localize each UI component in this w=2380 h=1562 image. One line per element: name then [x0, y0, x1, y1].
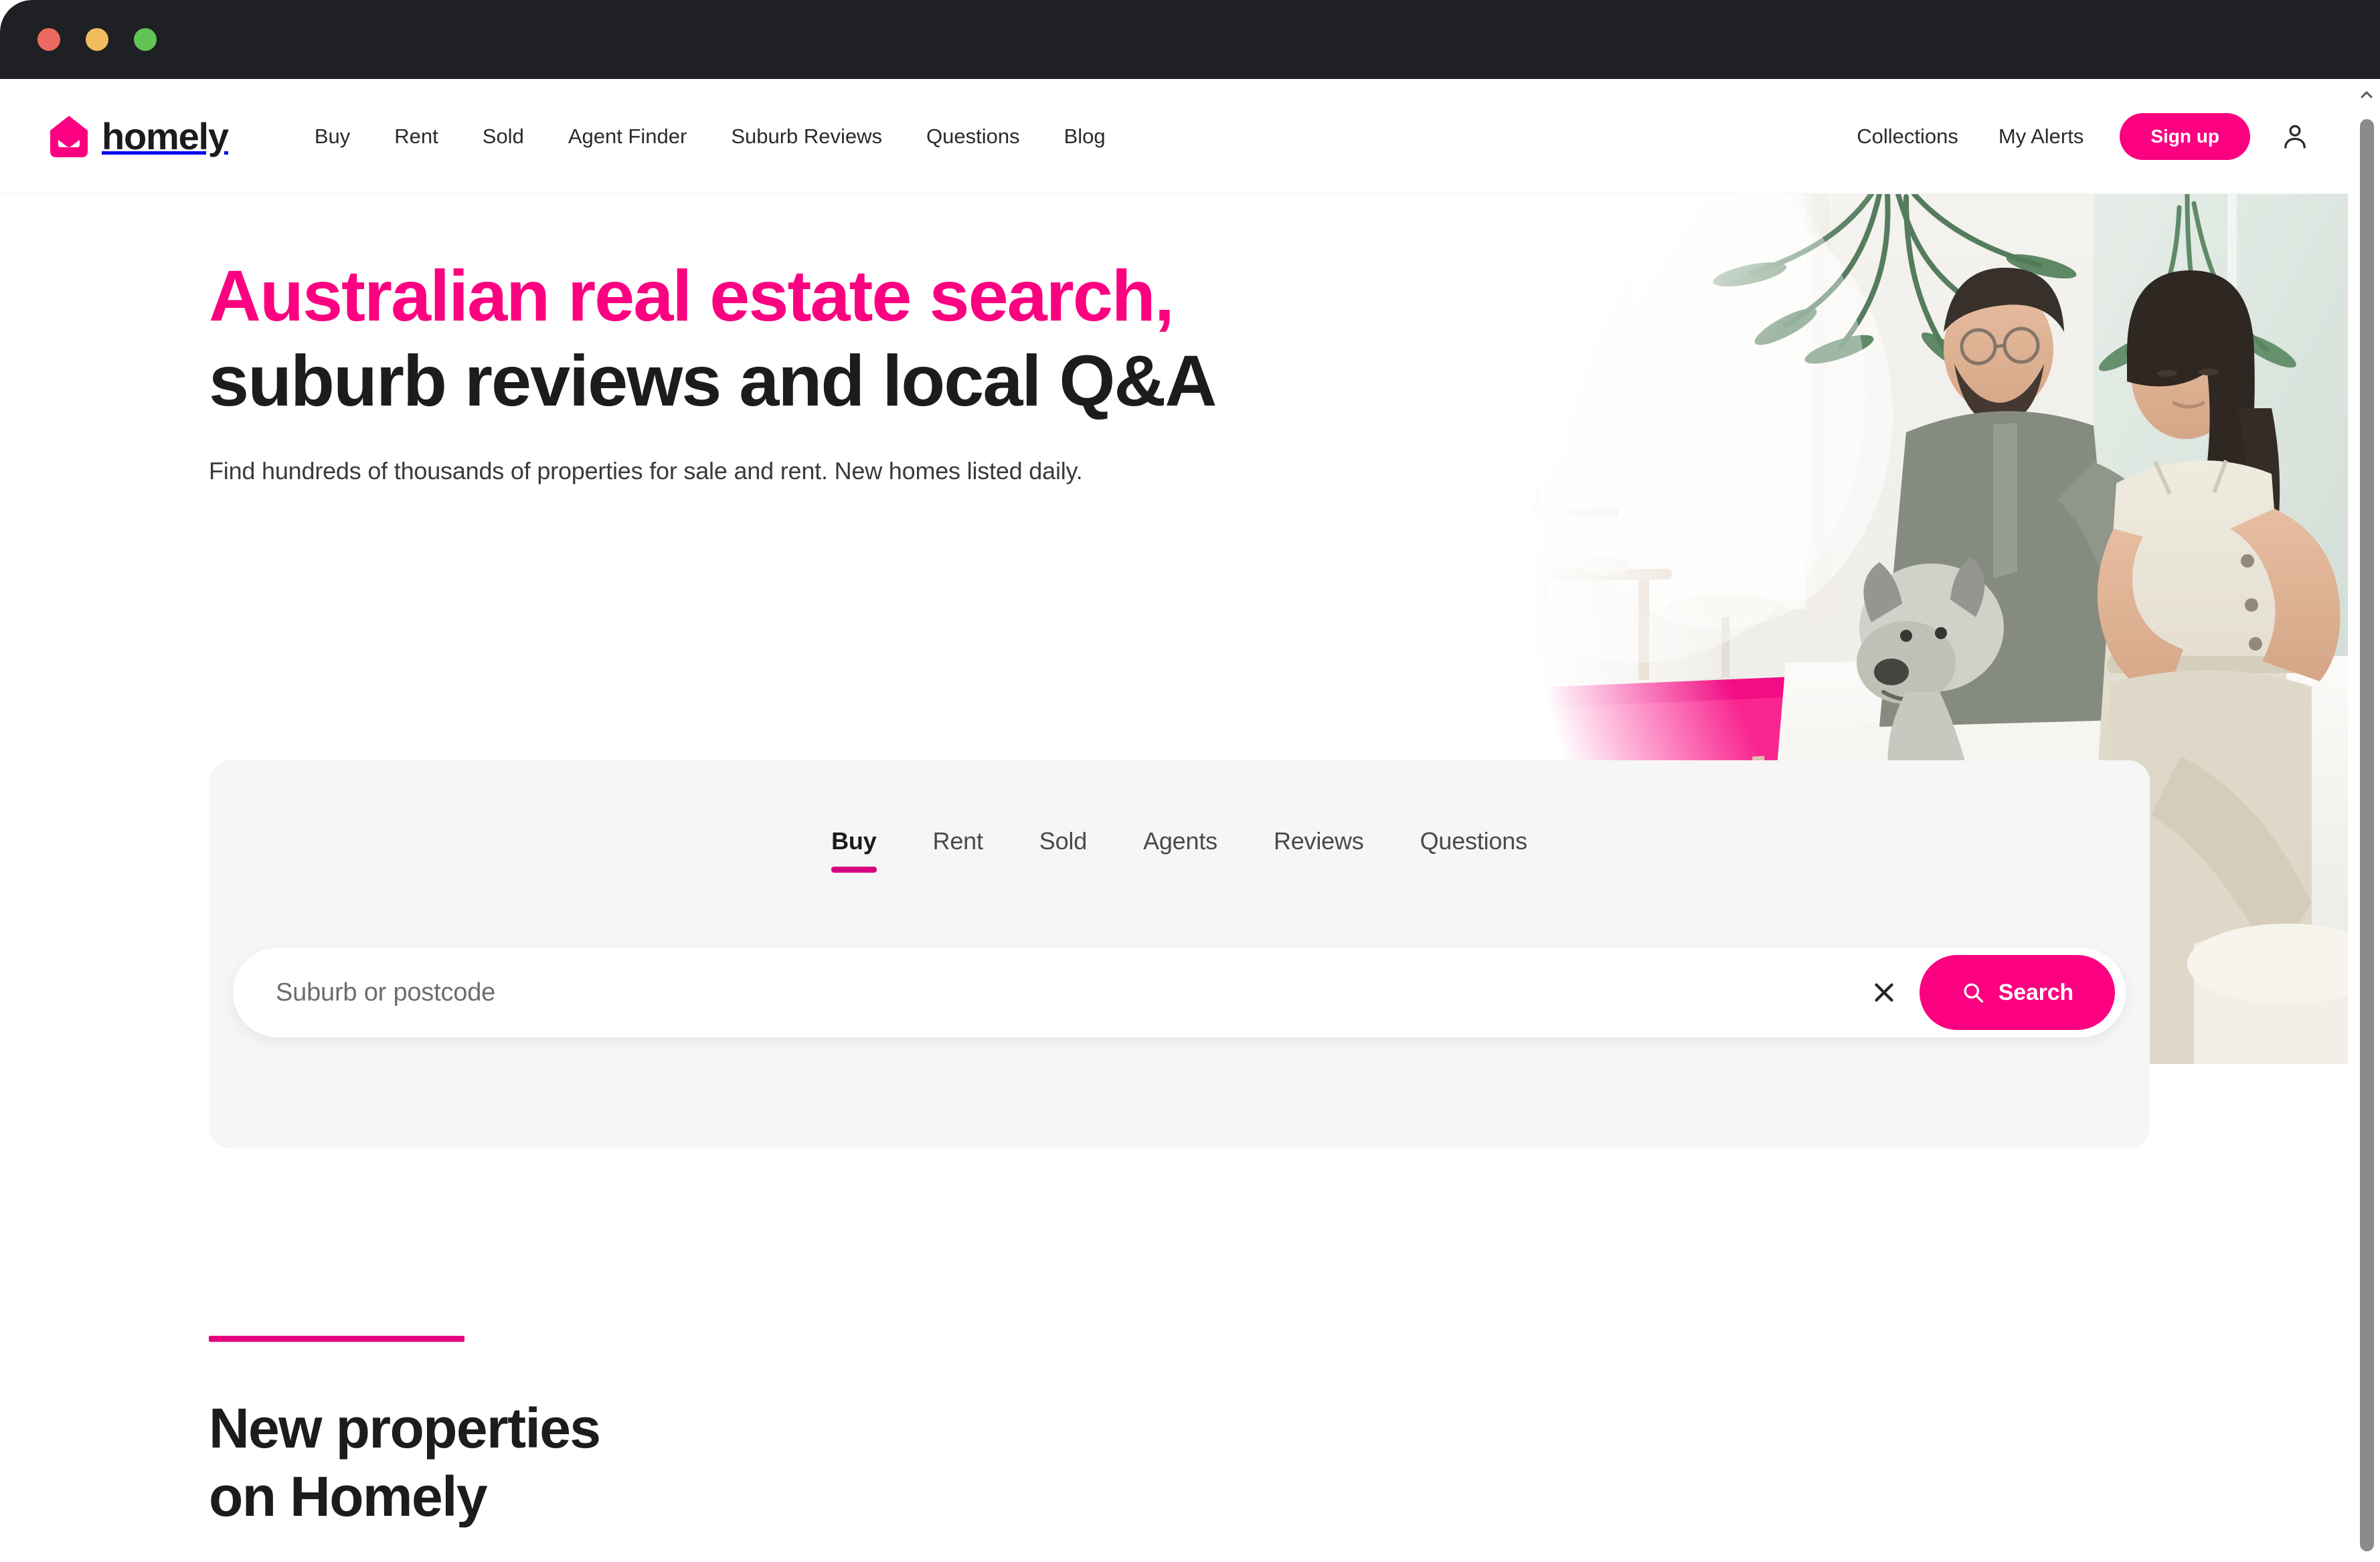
magnifier-icon [1964, 983, 1983, 1003]
nav-item-questions[interactable]: Questions [904, 124, 1042, 149]
search-input[interactable] [274, 977, 1869, 1008]
collections-link[interactable]: Collections [1837, 124, 1978, 149]
minimize-window-button[interactable] [86, 28, 108, 51]
search-card: Buy Rent Sold Agents Reviews Questions S [209, 760, 2150, 1148]
search-bar: Search [233, 948, 2126, 1037]
header-actions: Collections My Alerts Sign up [1837, 112, 2310, 160]
search-button-label: Search [1998, 979, 2073, 1005]
nav-item-blog[interactable]: Blog [1042, 124, 1128, 149]
section-title-line-1: New properties [209, 1397, 601, 1460]
section-title: New properties on Homely [209, 1394, 1547, 1531]
section-accent-rule [209, 1336, 464, 1342]
search-tab-rent[interactable]: Rent [905, 827, 1011, 873]
search-tab-sold[interactable]: Sold [1011, 827, 1115, 873]
nav-item-buy[interactable]: Buy [292, 124, 372, 149]
homely-logo-link[interactable]: homely [48, 114, 229, 159]
nav-item-rent[interactable]: Rent [372, 124, 460, 149]
sign-up-button[interactable]: Sign up [2120, 112, 2250, 160]
chevron-up-icon[interactable] [2359, 87, 2375, 103]
section-title-line-2: on Homely [209, 1465, 488, 1529]
page-title: Australian real estate search, suburb re… [209, 253, 1414, 424]
brand-wordmark: homely [102, 114, 229, 157]
user-account-icon[interactable] [2280, 121, 2310, 152]
primary-navigation: Buy Rent Sold Agent Finder Suburb Review… [292, 124, 1128, 149]
nav-item-agent-finder[interactable]: Agent Finder [546, 124, 709, 149]
browser-window: homely Buy Rent Sold Agent Finder Suburb… [0, 0, 2380, 1562]
search-tab-agents[interactable]: Agents [1115, 827, 1246, 873]
homely-house-envelope-icon [50, 115, 88, 157]
traffic-light-group [37, 28, 157, 51]
search-tab-reviews[interactable]: Reviews [1246, 827, 1392, 873]
maximize-window-button[interactable] [134, 28, 157, 51]
hero-subheading: Find hundreds of thousands of properties… [209, 456, 1083, 485]
my-alerts-link[interactable]: My Alerts [1978, 124, 2104, 149]
vertical-scrollbar[interactable] [2353, 79, 2380, 1562]
headline-line-1: Australian real estate search, [209, 255, 1175, 336]
new-properties-section: New properties on Homely [209, 1336, 1547, 1531]
headline-line-2: suburb reviews and local Q&A [209, 340, 1217, 422]
window-titlebar [0, 0, 2380, 79]
page-viewport: homely Buy Rent Sold Agent Finder Suburb… [0, 79, 2380, 1562]
search-tab-questions[interactable]: Questions [1392, 827, 1555, 873]
search-tab-bar: Buy Rent Sold Agents Reviews Questions [209, 760, 2150, 873]
hero-copy: Australian real estate search, suburb re… [209, 253, 1414, 488]
search-button[interactable]: Search [1919, 955, 2115, 1030]
search-tab-buy[interactable]: Buy [803, 827, 904, 873]
site-header: homely Buy Rent Sold Agent Finder Suburb… [0, 79, 2348, 194]
close-x-icon[interactable] [1869, 977, 1899, 1008]
nav-item-suburb-reviews[interactable]: Suburb Reviews [709, 124, 904, 149]
vertical-scroll-thumb[interactable] [2360, 119, 2374, 1551]
close-window-button[interactable] [37, 28, 60, 51]
nav-item-sold[interactable]: Sold [460, 124, 546, 149]
